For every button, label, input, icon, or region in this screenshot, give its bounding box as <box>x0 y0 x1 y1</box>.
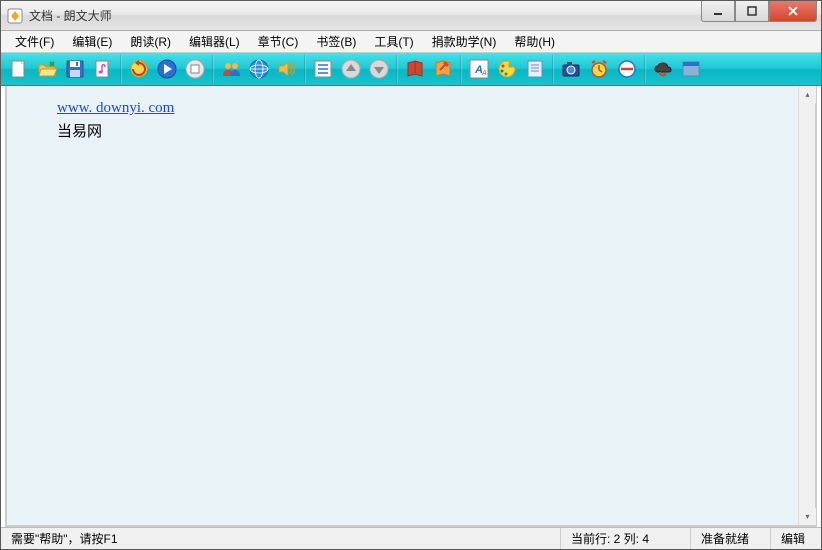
font-icon[interactable]: AA <box>465 55 493 83</box>
users-icon[interactable] <box>217 55 245 83</box>
menu-item-8[interactable]: 帮助(H) <box>506 31 563 52</box>
globe-icon[interactable] <box>245 55 273 83</box>
content-text: 当易网 <box>57 124 102 140</box>
list-icon[interactable] <box>309 55 337 83</box>
menu-item-6[interactable]: 工具(T) <box>366 31 421 52</box>
speaker-icon[interactable] <box>273 55 301 83</box>
maximize-button[interactable] <box>735 1 769 22</box>
book-red-icon[interactable] <box>401 55 429 83</box>
toolbar-separator <box>460 55 462 83</box>
minimize-button[interactable] <box>701 1 735 22</box>
toolbar-separator <box>552 55 554 83</box>
app-window: 文档 - 朗文大师 文件(F)编辑(E)朗读(R)编辑器(L)章节(C)书签(B… <box>0 0 822 550</box>
toolbar-separator <box>304 55 306 83</box>
scroll-up-icon[interactable]: ▴ <box>799 86 816 103</box>
status-ready: 准备就绪 <box>691 528 771 549</box>
menu-item-3[interactable]: 编辑器(L) <box>181 31 248 52</box>
toolbar-separator <box>644 55 646 83</box>
stop-icon[interactable] <box>181 55 209 83</box>
menu-item-0[interactable]: 文件(F) <box>7 31 62 52</box>
titlebar: 文档 - 朗文大师 <box>1 1 821 31</box>
menu-item-2[interactable]: 朗读(R) <box>122 31 179 52</box>
palette-icon[interactable] <box>493 55 521 83</box>
status-help: 需要"帮助"，请按F1 <box>1 528 561 549</box>
statusbar: 需要"帮助"，请按F1 当前行: 2 列: 4 准备就绪 编辑 <box>1 527 821 549</box>
block-icon[interactable] <box>613 55 641 83</box>
toolbar-separator <box>396 55 398 83</box>
svg-text:A: A <box>481 70 487 77</box>
toolbar-separator <box>120 55 122 83</box>
menu-item-1[interactable]: 编辑(E) <box>64 31 120 52</box>
status-mode: 编辑 <box>771 528 821 549</box>
vertical-scrollbar[interactable]: ▴ ▾ <box>798 86 815 525</box>
content-area: www. downyi. com 当易网 ▴ ▾ <box>5 86 817 527</box>
content-link[interactable]: www. downyi. com <box>57 100 174 116</box>
play-icon[interactable] <box>153 55 181 83</box>
scroll-down-icon[interactable]: ▾ <box>799 508 816 525</box>
music-icon[interactable] <box>89 55 117 83</box>
panel-icon[interactable] <box>677 55 705 83</box>
menu-item-4[interactable]: 章节(C) <box>250 31 307 52</box>
close-button[interactable] <box>769 1 817 22</box>
status-cursor: 当前行: 2 列: 4 <box>561 528 691 549</box>
window-title: 文档 - 朗文大师 <box>29 7 701 24</box>
menu-item-5[interactable]: 书签(B) <box>308 31 364 52</box>
note-icon[interactable] <box>521 55 549 83</box>
menu-item-7[interactable]: 捐款助学(N) <box>424 31 505 52</box>
new-icon[interactable] <box>5 55 33 83</box>
camera-icon[interactable] <box>557 55 585 83</box>
menubar: 文件(F)编辑(E)朗读(R)编辑器(L)章节(C)书签(B)工具(T)捐款助学… <box>1 31 821 53</box>
toolbar-separator <box>212 55 214 83</box>
window-controls <box>701 1 821 30</box>
book-orange-icon[interactable] <box>429 55 457 83</box>
alarm-icon[interactable] <box>585 55 613 83</box>
refresh-icon[interactable] <box>125 55 153 83</box>
open-icon[interactable] <box>33 55 61 83</box>
app-icon <box>7 8 23 24</box>
down-icon[interactable] <box>365 55 393 83</box>
up-icon[interactable] <box>337 55 365 83</box>
cloud-icon[interactable] <box>649 55 677 83</box>
toolbar: AA <box>1 53 821 86</box>
save-icon[interactable] <box>61 55 89 83</box>
editor-content[interactable]: www. downyi. com 当易网 <box>7 86 798 525</box>
